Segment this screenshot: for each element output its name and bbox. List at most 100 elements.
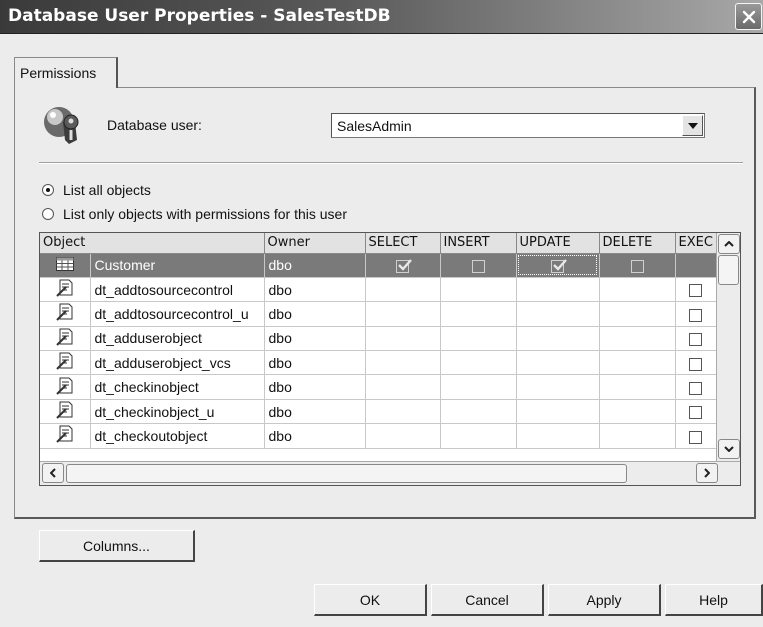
exec-cell[interactable] xyxy=(675,423,717,449)
object-name: dt_addtosourcecontrol xyxy=(90,277,265,303)
horizontal-scroll-thumb[interactable] xyxy=(66,464,627,483)
scroll-up-button[interactable] xyxy=(718,234,740,254)
object-name: Customer xyxy=(90,253,265,278)
column-header-insert[interactable]: INSERT xyxy=(440,233,517,254)
exec-checkbox[interactable] xyxy=(689,284,703,298)
row-icon-cell xyxy=(40,326,91,352)
column-header-select[interactable]: SELECT xyxy=(365,233,441,254)
row-icon-cell xyxy=(40,253,91,278)
update-cell[interactable] xyxy=(516,253,600,278)
radio-list-all[interactable]: List all objects xyxy=(42,182,151,198)
object-owner: dbo xyxy=(264,374,366,400)
select-cell xyxy=(365,326,441,352)
separator xyxy=(39,162,743,164)
checkmark-icon xyxy=(553,259,567,271)
insert-cell[interactable] xyxy=(440,253,517,278)
exec-checkbox[interactable] xyxy=(689,430,703,444)
ok-button[interactable]: OK xyxy=(314,584,427,616)
column-header-exec[interactable]: EXEC xyxy=(675,233,717,254)
chevron-down-icon xyxy=(724,446,734,452)
exec-cell[interactable] xyxy=(675,374,717,400)
select-cell xyxy=(365,277,441,303)
stored-procedure-icon xyxy=(56,377,73,395)
exec-checkbox[interactable] xyxy=(689,308,703,322)
table-row[interactable]: dt_adduserobject dbo xyxy=(40,326,726,352)
delete-cell[interactable] xyxy=(599,253,676,278)
cancel-button-label: Cancel xyxy=(465,591,509,608)
column-header-delete[interactable]: DELETE xyxy=(599,233,676,254)
insert-checkbox[interactable] xyxy=(471,259,485,273)
chevron-up-icon xyxy=(724,241,734,247)
scroll-down-button[interactable] xyxy=(718,439,740,459)
help-button-label: Help xyxy=(699,591,728,608)
cancel-button[interactable]: Cancel xyxy=(431,584,544,616)
columns-button[interactable]: Columns... xyxy=(39,530,195,562)
row-icon-cell xyxy=(40,277,91,303)
object-name: dt_addtosourcecontrol_u xyxy=(90,301,265,327)
tab-permissions[interactable]: Permissions xyxy=(14,57,118,88)
object-name: dt_checkinobject_u xyxy=(90,399,265,425)
exec-checkbox[interactable] xyxy=(689,381,703,395)
close-button[interactable] xyxy=(735,3,762,30)
title-bar[interactable]: Database User Properties - SalesTestDB xyxy=(0,0,763,34)
database-user-icon xyxy=(44,107,79,144)
apply-button-label: Apply xyxy=(586,591,622,608)
delete-cell xyxy=(599,277,676,303)
apply-button[interactable]: Apply xyxy=(548,584,661,616)
select-cell xyxy=(365,301,441,327)
radio-list-permitted-label: List only objects with permissions for t… xyxy=(63,206,347,222)
delete-checkbox[interactable] xyxy=(630,259,644,273)
insert-cell xyxy=(440,326,517,352)
object-name: dt_checkinobject xyxy=(90,374,265,400)
grid-header-row: Object Owner SELECT INSERT UPDATE DELETE… xyxy=(40,233,725,254)
database-user-dropdown-button[interactable] xyxy=(682,115,703,136)
row-icon-cell xyxy=(40,374,91,400)
table-row[interactable]: dt_adduserobject_vcs dbo xyxy=(40,350,726,376)
exec-checkbox[interactable] xyxy=(689,406,703,420)
exec-cell[interactable] xyxy=(675,277,717,303)
exec-cell[interactable] xyxy=(675,326,717,352)
column-header-owner[interactable]: Owner xyxy=(264,233,366,254)
exec-cell[interactable] xyxy=(675,301,717,327)
table-row[interactable]: dt_checkinobject dbo xyxy=(40,374,726,400)
table-row[interactable]: dt_addtosourcecontrol_u dbo xyxy=(40,301,726,327)
exec-checkbox[interactable] xyxy=(689,357,703,371)
stored-procedure-icon xyxy=(56,425,73,444)
exec-cell[interactable] xyxy=(675,399,717,425)
database-user-select[interactable]: SalesAdmin xyxy=(331,113,705,138)
column-header-update[interactable]: UPDATE xyxy=(516,233,600,254)
table-icon xyxy=(55,256,74,271)
update-checkbox[interactable] xyxy=(551,259,567,273)
exec-checkbox[interactable] xyxy=(689,333,703,347)
column-header-object[interactable]: Object xyxy=(40,233,265,254)
table-row[interactable]: dt_addtosourcecontrol dbo xyxy=(40,277,726,303)
radio-list-permitted[interactable]: List only objects with permissions for t… xyxy=(42,206,347,222)
delete-cell xyxy=(599,399,676,425)
delete-cell xyxy=(599,374,676,400)
radio-list-all-indicator[interactable] xyxy=(42,184,54,196)
vertical-scroll-thumb[interactable] xyxy=(718,255,739,285)
object-name: dt_adduserobject xyxy=(90,326,265,352)
tab-permissions-label: Permissions xyxy=(20,65,97,81)
table-row[interactable]: dt_checkoutobject dbo xyxy=(40,423,726,449)
table-row[interactable]: dt_checkinobject_u dbo xyxy=(40,399,726,425)
table-row[interactable]: Customer dbo xyxy=(40,253,726,278)
radio-list-permitted-indicator[interactable] xyxy=(42,208,54,220)
scroll-left-button[interactable] xyxy=(42,463,64,483)
exec-cell[interactable] xyxy=(675,350,717,376)
permissions-grid[interactable]: Object Owner SELECT INSERT UPDATE DELETE… xyxy=(39,232,741,486)
horizontal-scrollbar[interactable] xyxy=(40,461,740,485)
select-checkbox[interactable] xyxy=(396,259,412,273)
update-cell xyxy=(516,374,600,400)
help-button[interactable]: Help xyxy=(665,584,763,616)
stored-procedure-icon xyxy=(56,352,73,370)
select-cell[interactable] xyxy=(365,253,441,278)
object-owner: dbo xyxy=(264,301,366,327)
row-icon-cell xyxy=(40,350,91,376)
vertical-scrollbar[interactable] xyxy=(716,233,740,461)
update-cell xyxy=(516,423,600,449)
chevron-left-icon xyxy=(50,468,56,478)
select-cell xyxy=(365,374,441,400)
scroll-right-button[interactable] xyxy=(696,463,718,483)
row-icon-cell xyxy=(40,301,91,327)
